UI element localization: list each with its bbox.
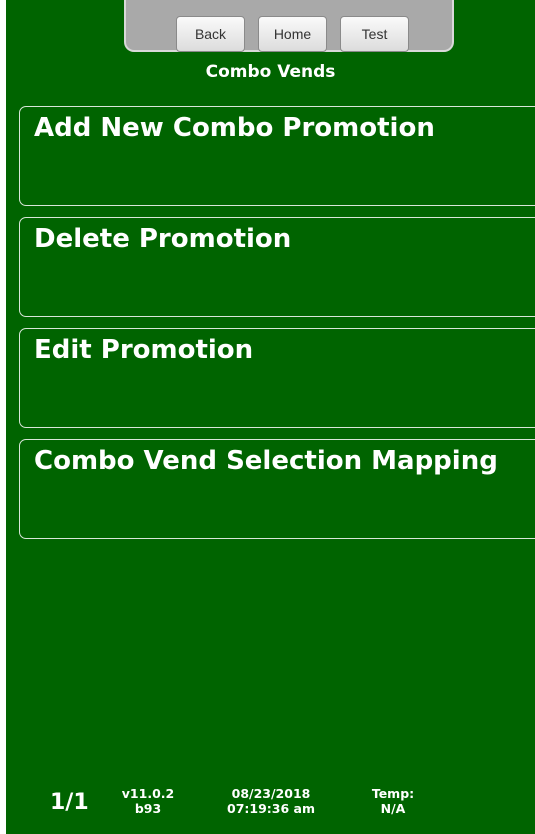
temperature-value: N/A bbox=[380, 801, 406, 816]
temperature-label: Temp: bbox=[371, 786, 415, 801]
menu-item-label: Add New Combo Promotion bbox=[34, 113, 435, 143]
nav-bar: Back Home Test bbox=[124, 0, 454, 52]
menu-item-label: Delete Promotion bbox=[34, 224, 292, 254]
menu-item-label: Combo Vend Selection Mapping bbox=[34, 446, 498, 476]
datetime-info: 08/23/2018 07:19:36 am bbox=[216, 786, 326, 816]
build-number: b93 bbox=[134, 801, 162, 816]
combo-vend-selection-mapping-button[interactable]: Combo Vend Selection Mapping bbox=[19, 439, 535, 539]
version-number: v11.0.2 bbox=[121, 786, 175, 801]
home-button[interactable]: Home bbox=[258, 16, 327, 52]
screen: Back Home Test Combo Vends Add New Combo… bbox=[6, 0, 535, 834]
page-title: Combo Vends bbox=[205, 62, 336, 82]
date-readout: 08/23/2018 bbox=[231, 786, 311, 801]
edit-promotion-button[interactable]: Edit Promotion bbox=[19, 328, 535, 428]
add-new-combo-promotion-button[interactable]: Add New Combo Promotion bbox=[19, 106, 535, 206]
menu-item-label: Edit Promotion bbox=[34, 335, 254, 365]
temperature-info: Temp: N/A bbox=[368, 786, 418, 816]
back-button[interactable]: Back bbox=[176, 16, 245, 52]
time-readout: 07:19:36 am bbox=[227, 801, 315, 816]
version-info: v11.0.2 b93 bbox=[118, 786, 178, 816]
delete-promotion-button[interactable]: Delete Promotion bbox=[19, 217, 535, 317]
page-indicator: 1/1 bbox=[50, 790, 89, 815]
test-button[interactable]: Test bbox=[340, 16, 409, 52]
